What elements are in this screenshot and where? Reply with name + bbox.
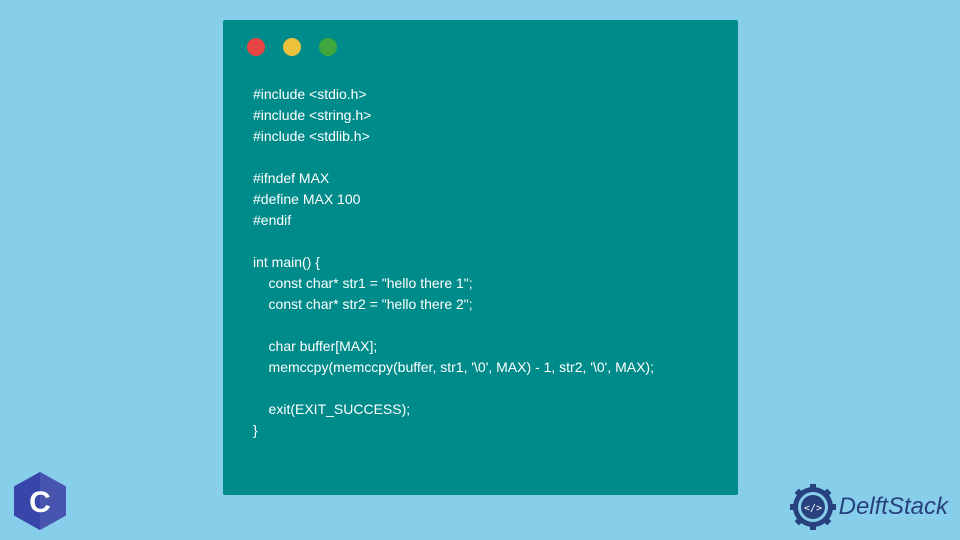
code-content: #include <stdio.h> #include <string.h> #…	[223, 74, 738, 451]
close-icon	[247, 38, 265, 56]
gear-icon: </>	[790, 484, 836, 530]
traffic-lights	[223, 20, 738, 74]
svg-text:C: C	[29, 486, 51, 519]
code-window: #include <stdio.h> #include <string.h> #…	[223, 20, 738, 495]
c-language-logo: C	[14, 472, 66, 530]
svg-text:</>: </>	[804, 503, 822, 514]
maximize-icon	[319, 38, 337, 56]
brand-name: DelftStack	[839, 493, 948, 521]
minimize-icon	[283, 38, 301, 56]
delftstack-logo: </> DelftStack	[790, 484, 948, 530]
